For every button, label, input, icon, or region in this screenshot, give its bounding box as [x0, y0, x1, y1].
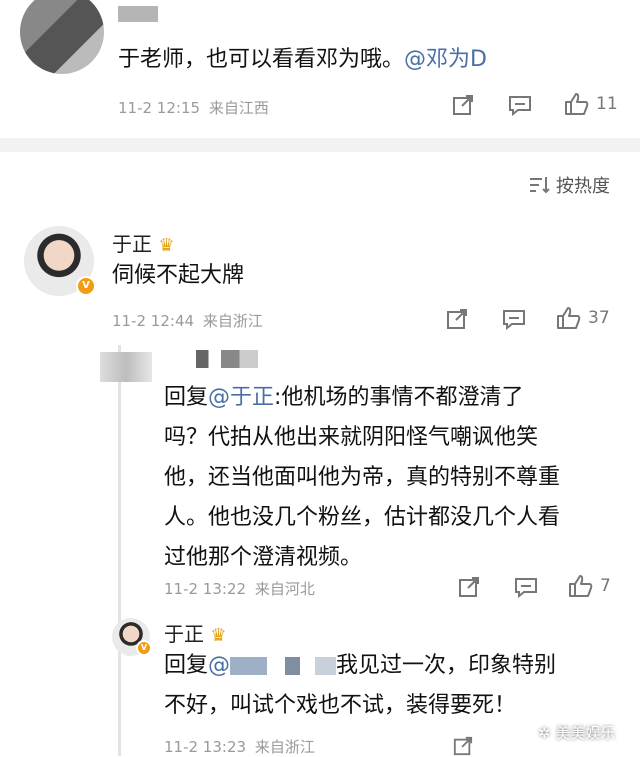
location: 来自浙江 [254, 738, 315, 756]
mention-redacted [230, 657, 337, 675]
reply-line-3: 他，还当他面叫他为帝，真的特别不尊重 [164, 465, 561, 490]
share-button[interactable] [452, 736, 474, 756]
reply-line-1-text: 我见过一次，印象特别 [336, 653, 557, 678]
thumbs-up-icon [565, 93, 589, 115]
comment-button[interactable] [502, 308, 526, 330]
comment-button[interactable] [508, 94, 532, 116]
username-text: 于正 [112, 232, 152, 256]
mention-link[interactable]: @于正 [208, 385, 274, 410]
crown-icon: ♛ [158, 235, 175, 256]
sort-button[interactable]: 按热度 [528, 172, 610, 198]
comment-meta: 11-2 12:44 来自浙江 [112, 310, 263, 331]
reply-meta: 11-2 13:22 来自河北 [164, 578, 315, 599]
watermark: ✲ 美美娱乐 [538, 722, 615, 743]
sort-label: 按热度 [556, 176, 610, 197]
watermark-icon: ✲ [538, 724, 551, 742]
like-count: 7 [600, 576, 611, 596]
username[interactable]: 于正 ♛ [164, 618, 227, 647]
mention-link[interactable]: @邓为D [404, 47, 487, 72]
reply-line-2: 吗？代拍从他出来就阴阳怪气嘲讽他笑 [164, 425, 539, 450]
share-icon [453, 95, 473, 115]
mention-link[interactable]: @ [208, 653, 230, 678]
verified-badge: V [76, 276, 96, 296]
timestamp: 11-2 12:15 [118, 99, 201, 117]
reply-line-4: 人。他也没几个粉丝，估计都没几个人看 [164, 505, 561, 530]
avatar[interactable] [20, 0, 104, 74]
share-button[interactable] [452, 94, 474, 116]
thumbs-up-icon [557, 307, 581, 329]
reply-line-1: 回复@ 我见过一次，印象特别 [164, 646, 614, 686]
reply-text: 回复@于正:他机场的事情不都澄清了 吗？代拍从他出来就阴阳怪气嘲讽他笑 他，还当… [164, 378, 614, 578]
comment-icon [509, 96, 531, 116]
comment-icon [503, 310, 525, 330]
comment-button[interactable] [514, 576, 538, 598]
sort-icon [530, 177, 550, 194]
thread-line [118, 345, 121, 756]
like-button[interactable]: 11 [564, 92, 618, 116]
reply-text: 回复@ 我见过一次，印象特别 不好，叫试个戏也不试，装得要死！ [164, 646, 614, 726]
share-icon [459, 577, 479, 597]
share-button[interactable] [446, 308, 468, 330]
thumbs-up-icon [569, 575, 593, 597]
reply-meta: 11-2 13:23 来自浙江 [164, 736, 315, 757]
reply-line-1: 回复@于正:他机场的事情不都澄清了 [164, 378, 614, 418]
like-count: 37 [588, 308, 610, 328]
comment-meta: 11-2 12:15 来自江西 [118, 97, 269, 118]
reply-line-2: 不好，叫试个戏也不试，装得要死！ [164, 693, 517, 718]
username-text: 于正 [164, 622, 204, 646]
comment-text: 伺候不起大牌 [112, 263, 245, 288]
watermark-text: 美美娱乐 [555, 724, 616, 742]
reply-line-1-text: :他机场的事情不都澄清了 [274, 385, 524, 410]
like-button[interactable]: 7 [568, 574, 611, 598]
share-icon [447, 309, 467, 329]
comment-icon [515, 578, 537, 598]
username[interactable]: 于正 ♛ [112, 228, 175, 257]
reply-line-5: 过他那个澄清视频。 [164, 545, 363, 570]
reply-prefix: 回复 [164, 653, 209, 678]
username-redacted[interactable] [118, 6, 158, 22]
location: 来自浙江 [202, 312, 263, 330]
section-divider [0, 138, 640, 152]
share-icon [453, 736, 473, 756]
timestamp: 11-2 13:23 [164, 738, 247, 756]
verified-badge: V [136, 640, 152, 656]
comment-text: 于老师，也可以看看邓为哦。@邓为D [118, 40, 487, 80]
reply-prefix: 回复 [164, 385, 209, 410]
like-count: 11 [596, 94, 618, 114]
username-redacted[interactable] [196, 350, 258, 368]
timestamp: 11-2 13:22 [164, 580, 247, 598]
share-button[interactable] [458, 576, 480, 598]
location: 来自江西 [208, 99, 269, 117]
like-button[interactable]: 37 [556, 306, 610, 330]
timestamp: 11-2 12:44 [112, 312, 195, 330]
crown-icon: ♛ [210, 625, 227, 646]
avatar-redacted[interactable] [100, 352, 152, 382]
location: 来自河北 [254, 580, 315, 598]
comment-body: 于老师，也可以看看邓为哦。 [118, 47, 405, 72]
